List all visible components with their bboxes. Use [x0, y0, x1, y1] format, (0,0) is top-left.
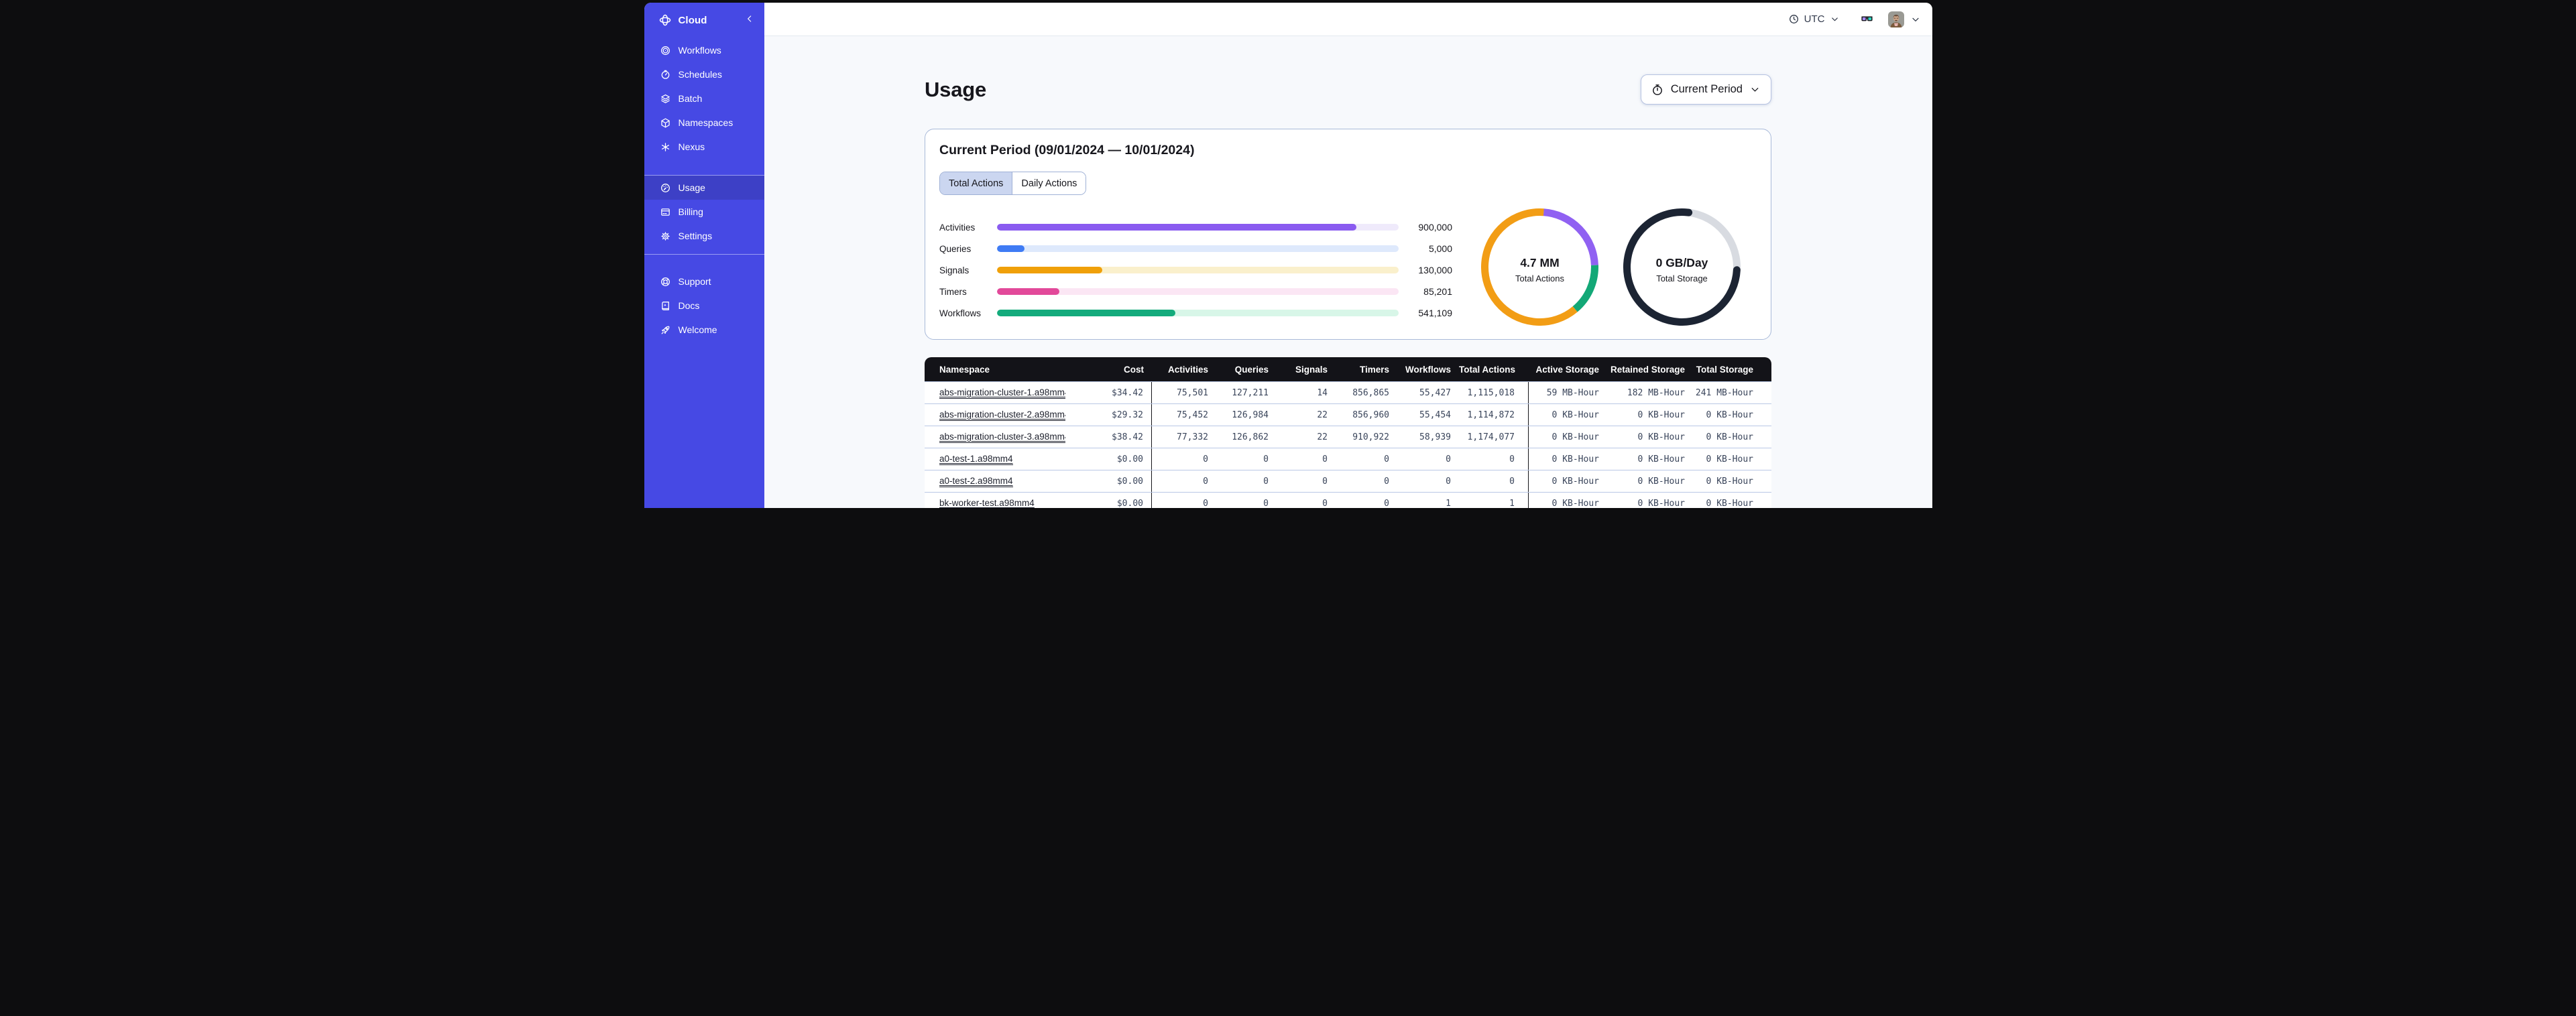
avatar-image — [1887, 11, 1904, 27]
sidebar-item-label: Welcome — [678, 324, 717, 335]
settings-gear-icon — [660, 231, 671, 242]
signals-bar — [997, 267, 1399, 273]
sidebar-item-docs[interactable]: Docs — [644, 294, 764, 318]
bar-row-timers: Timers 85,201 — [939, 286, 1452, 297]
page-title: Usage — [925, 77, 987, 101]
schedules-clock-icon — [660, 69, 671, 80]
workflows-icon — [660, 45, 671, 56]
bar-row-signals: Signals 130,000 — [939, 265, 1452, 275]
sidebar-item-label: Namespaces — [678, 117, 734, 128]
docs-book-icon — [660, 300, 671, 312]
nexus-asterisk-icon — [660, 141, 671, 153]
sidebar-item-label: Usage — [678, 182, 705, 193]
main-area: UTC Usage Current Period Current Period … — [764, 3, 1932, 508]
sidebar-item-usage[interactable]: Usage — [644, 176, 764, 200]
bar-row-queries: Queries 5,000 — [939, 243, 1452, 254]
timers-bar — [997, 288, 1399, 295]
batch-layers-icon — [660, 93, 671, 105]
table-header: Namespace Cost Activities Queries Signal… — [925, 357, 1771, 381]
sidebar-item-namespaces[interactable]: Namespaces — [644, 111, 764, 135]
brand-label: Cloud — [678, 14, 707, 26]
chevron-left-icon[interactable] — [744, 13, 755, 27]
support-lifebuoy-icon — [660, 276, 671, 288]
bar-row-workflows: Workflows 541,109 — [939, 308, 1452, 318]
sidebar-item-billing[interactable]: Billing — [644, 200, 764, 224]
topbar: UTC — [764, 3, 1932, 36]
chevron-down-icon — [1830, 14, 1840, 24]
sidebar: Cloud Workflows Schedules Batch Namespac… — [644, 3, 764, 508]
chevron-down-icon — [1749, 84, 1761, 95]
clock-icon — [1788, 13, 1800, 25]
sidebar-item-schedules[interactable]: Schedules — [644, 62, 764, 86]
page-content: Usage Current Period Current Period (09/… — [764, 36, 1932, 508]
chevron-down-icon[interactable] — [1910, 14, 1921, 25]
period-selector-button[interactable]: Current Period — [1640, 74, 1771, 105]
sidebar-item-settings[interactable]: Settings — [644, 224, 764, 248]
table-row: abs-migration-cluster-3.a98mm4 $38.42 77… — [925, 426, 1771, 448]
namespace-link[interactable]: bk-worker-test.a98mm4 — [939, 498, 1035, 508]
table-row: abs-migration-cluster-2.a98mm4 $29.32 75… — [925, 403, 1771, 426]
namespaces-cube-icon — [660, 117, 671, 129]
timezone-label: UTC — [1804, 13, 1825, 25]
tab-total-actions[interactable]: Total Actions — [940, 172, 1013, 194]
sidebar-item-batch[interactable]: Batch — [644, 86, 764, 111]
table-row: bk-worker-test.a98mm4 $0.00 0 0 0 0 1 1 … — [925, 492, 1771, 508]
namespace-link[interactable]: abs-migration-cluster-1.a98mm4 — [939, 387, 1065, 399]
avatar[interactable] — [1887, 11, 1904, 27]
current-period-card: Current Period (09/01/2024 — 10/01/2024)… — [925, 129, 1771, 340]
namespace-link[interactable]: a0-test-2.a98mm4 — [939, 476, 1013, 488]
namespace-link[interactable]: a0-test-1.a98mm4 — [939, 454, 1013, 466]
table-row: a0-test-2.a98mm4 $0.00 0 0 0 0 0 0 0 KB-… — [925, 470, 1771, 492]
stopwatch-icon — [1651, 83, 1664, 97]
table-row: abs-migration-cluster-1.a98mm4 $34.42 75… — [925, 381, 1771, 403]
brand-row: Cloud — [644, 3, 764, 38]
namespace-link[interactable]: abs-migration-cluster-3.a98mm4 — [939, 432, 1065, 444]
sidebar-item-label: Billing — [678, 206, 703, 217]
usage-gauge-icon — [660, 182, 671, 194]
activities-bar — [997, 224, 1399, 231]
sidebar-item-nexus[interactable]: Nexus — [644, 135, 764, 159]
billing-card-icon — [660, 206, 671, 218]
total-storage-donut: 0 GB/Day Total Storage — [1623, 208, 1741, 326]
sidebar-item-label: Settings — [678, 231, 713, 241]
bar-row-activities: Activities 900,000 — [939, 222, 1452, 233]
actions-tab-group: Total Actions Daily Actions — [939, 172, 1087, 195]
table-row: a0-test-1.a98mm4 $0.00 0 0 0 0 0 0 0 KB-… — [925, 448, 1771, 470]
actions-bar-chart: Activities 900,000 Queries 5,000 Signals — [939, 216, 1452, 324]
sidebar-item-welcome[interactable]: Welcome — [644, 318, 764, 342]
tab-daily-actions[interactable]: Daily Actions — [1012, 172, 1086, 194]
timezone-selector[interactable]: UTC — [1788, 13, 1840, 25]
sidebar-item-label: Nexus — [678, 141, 705, 152]
workflows-bar — [997, 310, 1399, 316]
period-selector-label: Current Period — [1670, 83, 1743, 95]
orbit-logo-icon — [658, 13, 672, 27]
welcome-rocket-icon — [660, 324, 671, 336]
sidebar-item-workflows[interactable]: Workflows — [644, 38, 764, 62]
sidebar-item-label: Schedules — [678, 69, 722, 80]
namespace-usage-table: Namespace Cost Activities Queries Signal… — [925, 357, 1771, 508]
sidebar-item-label: Support — [678, 276, 711, 287]
card-title: Current Period (09/01/2024 — 10/01/2024) — [939, 143, 1195, 157]
namespace-link[interactable]: abs-migration-cluster-2.a98mm4 — [939, 409, 1065, 422]
sidebar-item-label: Batch — [678, 93, 703, 104]
sidebar-item-support[interactable]: Support — [644, 269, 764, 294]
app-window: Cloud Workflows Schedules Batch Namespac… — [644, 3, 1932, 508]
queries-bar — [997, 245, 1399, 252]
total-actions-donut: 4.7 MM Total Actions — [1481, 208, 1598, 326]
3d-glasses-icon[interactable] — [1860, 12, 1874, 26]
sidebar-item-label: Workflows — [678, 45, 721, 56]
sidebar-item-label: Docs — [678, 300, 700, 311]
